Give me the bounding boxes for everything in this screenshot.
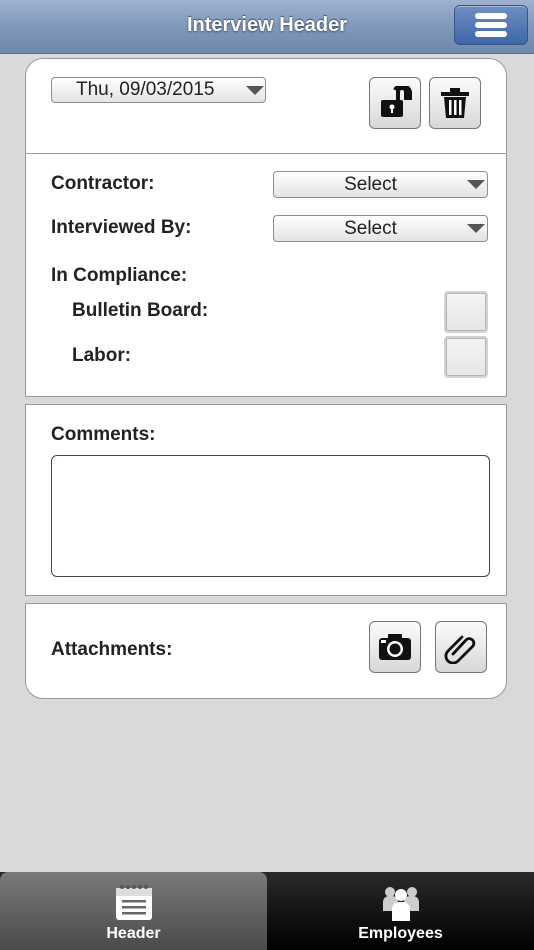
date-value: Thu, 09/03/2015 xyxy=(76,79,215,100)
notepad-icon xyxy=(114,883,154,926)
chevron-down-icon xyxy=(246,86,264,95)
interviewed-by-select[interactable]: Select xyxy=(273,215,488,242)
unlock-button[interactable] xyxy=(369,77,421,129)
date-select[interactable]: Thu, 09/03/2015 xyxy=(51,77,266,103)
trash-icon xyxy=(441,88,469,118)
labor-checkbox[interactable] xyxy=(444,336,488,378)
contractor-select[interactable]: Select xyxy=(273,171,488,198)
delete-button[interactable] xyxy=(429,77,481,129)
tab-employees[interactable]: Employees xyxy=(267,872,534,950)
contractor-label: Contractor: xyxy=(51,173,155,194)
attach-file-button[interactable] xyxy=(435,621,487,673)
title-bar: Interview Header xyxy=(0,0,534,54)
in-compliance-label: In Compliance: xyxy=(51,265,188,286)
contractor-value: Select xyxy=(344,174,397,195)
divider xyxy=(26,153,506,154)
camera-icon xyxy=(379,634,411,660)
tab-bar: Header Employees xyxy=(0,872,534,950)
attachments-label: Attachments: xyxy=(51,639,173,660)
chevron-down-icon xyxy=(467,180,485,189)
menu-button[interactable] xyxy=(454,5,528,45)
tab-header[interactable]: Header xyxy=(0,872,267,950)
labor-label: Labor: xyxy=(72,345,132,366)
tab-header-label: Header xyxy=(106,925,161,942)
chevron-down-icon xyxy=(467,224,485,233)
paperclip-icon xyxy=(444,635,476,664)
bulletin-board-label: Bulletin Board: xyxy=(72,300,209,321)
camera-button[interactable] xyxy=(369,621,421,673)
interviewed-by-value: Select xyxy=(344,218,397,239)
comments-label: Comments: xyxy=(51,424,156,445)
people-icon xyxy=(381,883,421,928)
tab-employees-label: Employees xyxy=(358,925,443,942)
interviewed-by-label: Interviewed By: xyxy=(51,217,192,238)
bulletin-board-checkbox[interactable] xyxy=(444,291,488,333)
comments-textarea[interactable] xyxy=(51,455,490,577)
unlock-icon xyxy=(381,86,412,117)
